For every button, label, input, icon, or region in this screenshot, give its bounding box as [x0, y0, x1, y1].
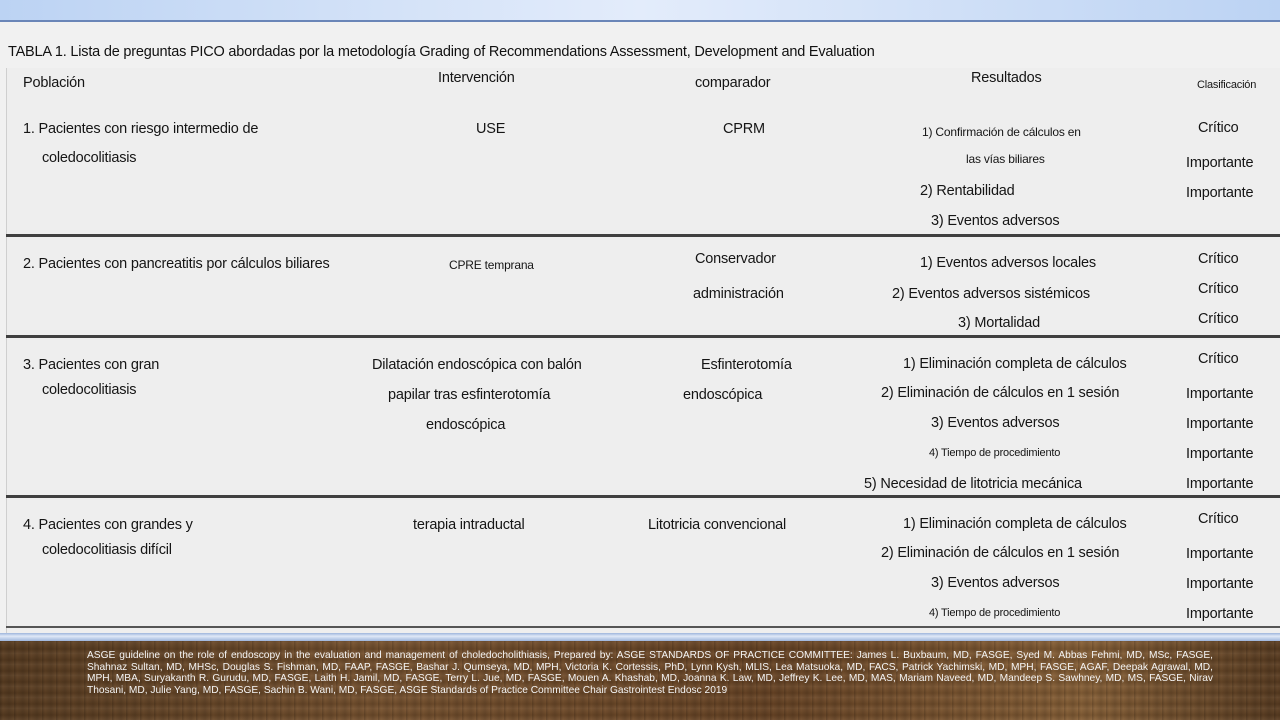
- top-band: [0, 0, 1280, 22]
- row2-comparador-line2: administración: [693, 286, 784, 302]
- row2-intervencion: CPRE temprana: [449, 258, 534, 272]
- row3-resultado-3: 3) Eventos adversos: [931, 415, 1060, 431]
- row3-clasificacion-3: Importante: [1186, 416, 1254, 432]
- table-sheet: TABLA 1. Lista de preguntas PICO abordad…: [0, 20, 1280, 634]
- row3-clasificacion-2: Importante: [1186, 386, 1254, 402]
- row4-poblacion-line1: 4. Pacientes con grandes y: [23, 517, 193, 533]
- row4-resultado-4: 4) Tiempo de procedimiento: [929, 607, 1061, 619]
- row1-resultado-3: 3) Eventos adversos: [931, 213, 1060, 229]
- header-comparador: comparador: [695, 75, 771, 91]
- row1-clasificacion-1: Crítico: [1198, 120, 1239, 136]
- row2-resultado-1: 1) Eventos adversos locales: [920, 255, 1096, 271]
- row3-clasificacion-5: Importante: [1186, 476, 1254, 492]
- header-intervencion: Intervención: [438, 70, 515, 86]
- row4-clasificacion-1: Crítico: [1198, 511, 1239, 527]
- row-divider-3: [6, 495, 1280, 498]
- table-title: TABLA 1. Lista de preguntas PICO abordad…: [8, 44, 875, 60]
- row1-resultado-2: 2) Rentabilidad: [920, 183, 1015, 199]
- footer-band: [0, 633, 1280, 641]
- row2-comparador-line1: Conservador: [695, 251, 776, 267]
- row3-resultado-4: 4) Tiempo de procedimiento: [929, 447, 1061, 459]
- row3-intervencion-line2: papilar tras esfinterotomía: [388, 387, 551, 403]
- row4-clasificacion-4: Importante: [1186, 606, 1254, 622]
- row1-poblacion-line1: 1. Pacientes con riesgo intermedio de: [23, 121, 259, 137]
- row1-resultado-1b: las vías biliares: [966, 152, 1045, 166]
- row1-poblacion-line2: coledocolitiasis: [42, 150, 137, 166]
- row3-comparador-line1: Esfinterotomía: [701, 357, 792, 373]
- header-clasificacion: Clasificación: [1197, 79, 1257, 91]
- row3-poblacion-line2: coledocolitiasis: [42, 382, 137, 398]
- row2-clasificacion-3: Crítico: [1198, 311, 1239, 327]
- row4-clasificacion-3: Importante: [1186, 576, 1254, 592]
- row4-resultado-3: 3) Eventos adversos: [931, 575, 1060, 591]
- row4-clasificacion-2: Importante: [1186, 546, 1254, 562]
- header-resultados: Resultados: [971, 70, 1042, 86]
- row3-intervencion-line1: Dilatación endoscópica con balón: [372, 357, 582, 373]
- row4-poblacion-line2: coledocolitiasis difícil: [42, 542, 172, 558]
- row2-resultado-2: 2) Eventos adversos sistémicos: [892, 286, 1090, 302]
- row3-comparador-line2: endoscópica: [683, 387, 763, 403]
- row4-comparador: Litotricia convencional: [648, 517, 787, 533]
- row1-resultado-1a: 1) Confirmación de cálculos en: [922, 125, 1081, 139]
- header-poblacion: Población: [23, 75, 85, 91]
- row2-poblacion: 2. Pacientes con pancreatitis por cálcul…: [23, 256, 330, 272]
- table-bottom-border: [6, 626, 1280, 628]
- row2-resultado-3: 3) Mortalidad: [958, 315, 1041, 331]
- row4-resultado-1: 1) Eliminación completa de cálculos: [903, 516, 1127, 532]
- row1-clasificacion-3: Importante: [1186, 185, 1254, 201]
- row3-resultado-1: 1) Eliminación completa de cálculos: [903, 356, 1127, 372]
- row1-comparador: CPRM: [723, 121, 765, 137]
- row-divider-2: [6, 335, 1280, 338]
- row1-intervencion: USE: [476, 121, 506, 137]
- row3-resultado-2: 2) Eliminación de cálculos en 1 sesión: [881, 385, 1120, 401]
- row3-clasificacion-4: Importante: [1186, 446, 1254, 462]
- row-divider-1: [6, 234, 1280, 237]
- row3-resultado-5: 5) Necesidad de litotricia mecánica: [864, 476, 1082, 492]
- row3-intervencion-line3: endoscópica: [426, 417, 506, 433]
- reference-citation: ASGE guideline on the role of endoscopy …: [87, 650, 1213, 696]
- row2-clasificacion-1: Crítico: [1198, 251, 1239, 267]
- row4-intervencion: terapia intraductal: [413, 517, 525, 533]
- row4-resultado-2: 2) Eliminación de cálculos en 1 sesión: [881, 545, 1120, 561]
- row3-clasificacion-1: Crítico: [1198, 351, 1239, 367]
- row1-clasificacion-2: Importante: [1186, 155, 1254, 171]
- row3-poblacion-line1: 3. Pacientes con gran: [23, 357, 160, 373]
- row2-clasificacion-2: Crítico: [1198, 281, 1239, 297]
